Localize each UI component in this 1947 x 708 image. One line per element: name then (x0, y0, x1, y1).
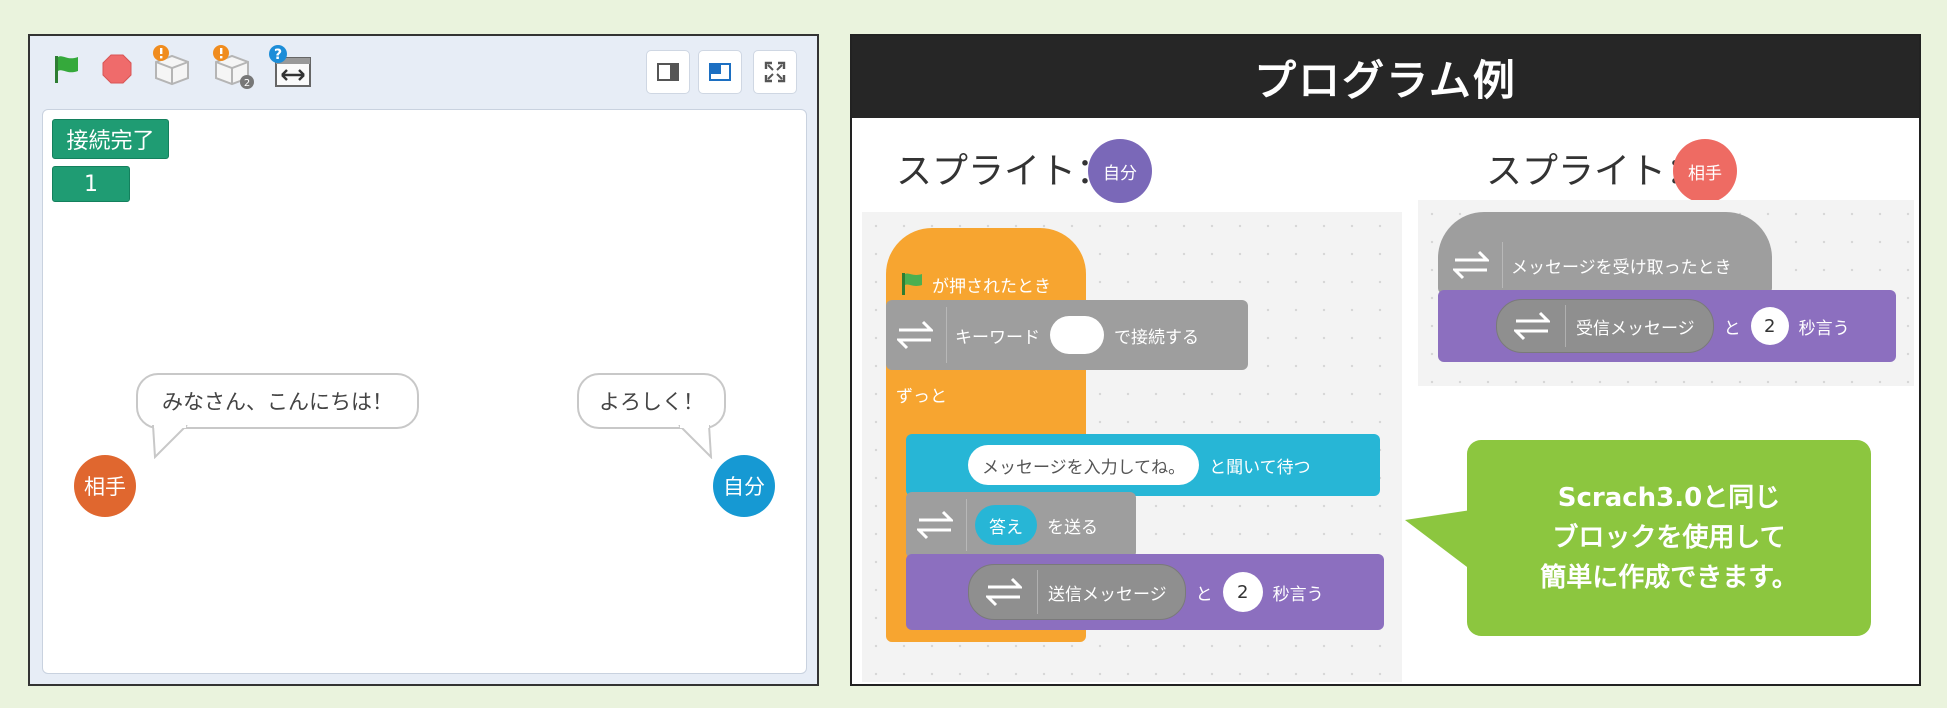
say-suffix: 秒言う (1272, 584, 1324, 605)
received-message-reporter[interactable]: 受信メッセージ (1496, 299, 1714, 353)
extension-badge-count: 2 (244, 78, 250, 89)
when-message-received-block[interactable]: メッセージを受け取ったとき (1438, 212, 1772, 294)
opponent-say-block[interactable]: 受信メッセージ と 2 秒言う (1438, 290, 1896, 362)
ask-suffix: と聞いて待つ (1209, 457, 1311, 478)
ask-message-input[interactable]: メッセージを入力してね。 (968, 445, 1200, 485)
stop-icon[interactable] (100, 52, 134, 86)
self-sprite-label: スプライト： (896, 151, 1113, 192)
opponent-speech-bubble: みなさん、こんにちは！ (136, 373, 419, 429)
opponent-say-and: と (1723, 318, 1741, 339)
extension-warning-icon[interactable] (150, 44, 192, 86)
send-block[interactable]: 答え を送る (906, 492, 1136, 558)
say-for-secs-block[interactable]: 送信メッセージ と 2 秒言う (906, 554, 1384, 630)
connect-suffix: で接続する (1114, 327, 1199, 348)
received-message-label: 受信メッセージ (1576, 318, 1695, 339)
answer-reporter[interactable]: 答え (975, 505, 1037, 545)
swap-arrows-icon (1448, 242, 1494, 288)
opponent-sprite[interactable]: 相手 (74, 455, 136, 517)
callout-line-1: Scrach3.0と同じ (1557, 483, 1781, 513)
opponent-script-area: メッセージを受け取ったとき 受信メッセージ と 2 秒言う (1418, 200, 1914, 386)
stage-canvas[interactable]: 接続完了 1 みなさん、こんにちは！ よろしく！ 相手 自分 (42, 109, 807, 674)
opponent-sprite-chip: 相手 (1673, 139, 1737, 203)
normal-stage-button[interactable] (698, 50, 742, 94)
swap-arrows-icon (981, 569, 1027, 615)
ask-and-wait-block[interactable]: メッセージを入力してね。 と聞いて待つ (906, 434, 1380, 496)
send-suffix: を送る (1047, 517, 1098, 538)
hat-label: が押されたとき (932, 276, 1051, 297)
green-flag-icon[interactable] (50, 52, 84, 86)
callout-tail (1405, 510, 1471, 570)
connect-keyword-block[interactable]: キーワード で接続する (886, 300, 1248, 370)
self-speech-bubble: よろしく！ (577, 373, 726, 429)
sent-message-reporter[interactable]: 送信メッセージ (968, 564, 1186, 620)
help-swap-icon[interactable]: ? (268, 44, 314, 90)
receive-hat-label: メッセージを受け取ったとき (1511, 257, 1732, 278)
variable-monitor-value: 1 (52, 166, 130, 202)
swap-arrows-icon (1509, 303, 1555, 349)
callout-note: Scrach3.0と同じ ブロックを使用して 簡単に作成できます。 (1467, 440, 1871, 636)
callout-line-2: ブロックを使用して (1552, 523, 1786, 553)
opponent-seconds-input[interactable]: 2 (1750, 307, 1789, 345)
opponent-bubble-tail (152, 425, 188, 459)
swap-arrows-icon (892, 312, 938, 358)
self-bubble-tail (678, 425, 713, 459)
stage-panel: 2 ? 接続完了 1 みなさん、こんにちは！ よろしく！ 相手 自分 (28, 34, 819, 686)
self-sprite[interactable]: 自分 (713, 455, 775, 517)
self-script-area: ずっと が押されたとき キーワード で接続する メッセージを入力してね。 と聞い… (862, 212, 1402, 682)
sent-message-label: 送信メッセージ (1048, 584, 1167, 605)
callout-line-3: 簡単に作成できます。 (1540, 563, 1798, 593)
keyword-input[interactable] (1050, 316, 1104, 354)
svg-text:?: ? (274, 47, 282, 63)
swap-arrows-icon (912, 502, 958, 548)
connect-prefix: キーワード (955, 327, 1040, 348)
extension-connection-icon[interactable]: 2 (210, 44, 256, 90)
program-title: プログラム例 (852, 36, 1919, 118)
small-stage-button[interactable] (646, 50, 690, 94)
fullscreen-button[interactable] (753, 50, 797, 94)
say-and: と (1195, 584, 1213, 605)
self-sprite-chip: 自分 (1088, 139, 1152, 203)
variable-monitor-label: 接続完了 (52, 119, 169, 159)
forever-label: ずっと (896, 387, 947, 407)
opponent-say-suffix: 秒言う (1798, 318, 1850, 339)
green-flag-icon (902, 273, 922, 295)
opponent-sprite-label: スプライト： (1486, 151, 1703, 192)
say-seconds-input[interactable]: 2 (1222, 572, 1263, 612)
